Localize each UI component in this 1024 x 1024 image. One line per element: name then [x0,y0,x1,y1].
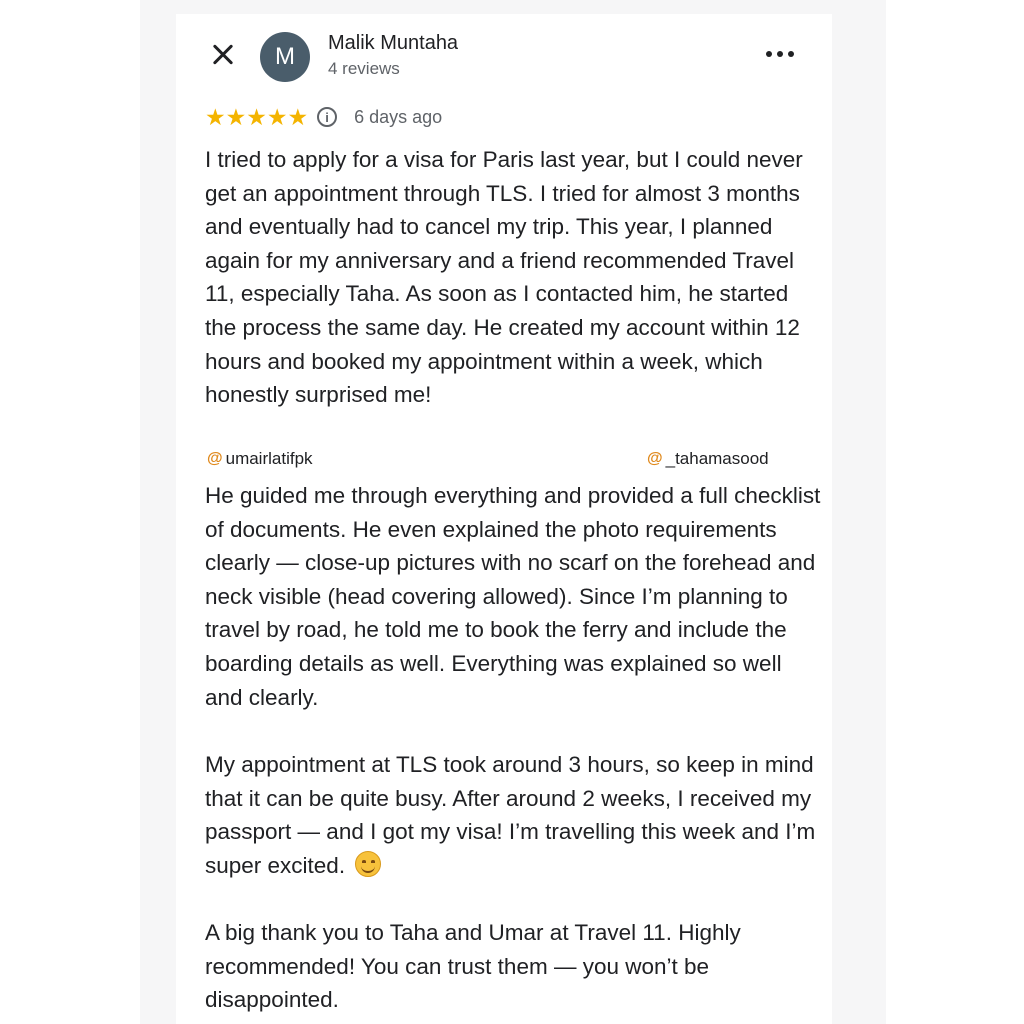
watermark-left: @ umairlatifpk [207,449,313,469]
more-options-icon[interactable] [766,46,798,62]
review-paragraph-3-text: My appointment at TLS took around 3 hour… [205,752,816,878]
review-paragraph-4: A big thank you to Taha and Umar at Trav… [205,920,741,1013]
smiling-face-emoji-icon [355,850,382,877]
avatar[interactable]: M [260,32,310,82]
star-rating: ★★★★★ [205,104,309,130]
reviewer-name[interactable]: Malik Muntaha [328,32,458,55]
reviewer-review-count[interactable]: 4 reviews [328,59,400,79]
watermark-handle: umairlatifpk [225,449,313,468]
info-icon[interactable]: i [317,107,338,127]
review-date: 6 days ago [354,106,443,127]
review-paragraph-1: I tried to apply for a visa for Paris la… [205,147,803,408]
dot [766,51,772,57]
avatar-initial: M [275,43,295,70]
review-paragraph-2: He guided me through everything and prov… [205,483,821,710]
threads-icon: @ [207,450,223,467]
rating-row: ★★★★★ i 6 days ago [205,104,442,130]
review-paragraph-3: My appointment at TLS took around 3 hour… [205,748,825,882]
dot [788,51,794,57]
watermark-right: @ _tahamasood [647,449,769,469]
dot [777,51,783,57]
watermark-handle: _tahamasood [665,449,769,468]
close-icon[interactable] [208,40,238,70]
threads-icon: @ [647,450,663,467]
left-margin [0,0,140,1024]
